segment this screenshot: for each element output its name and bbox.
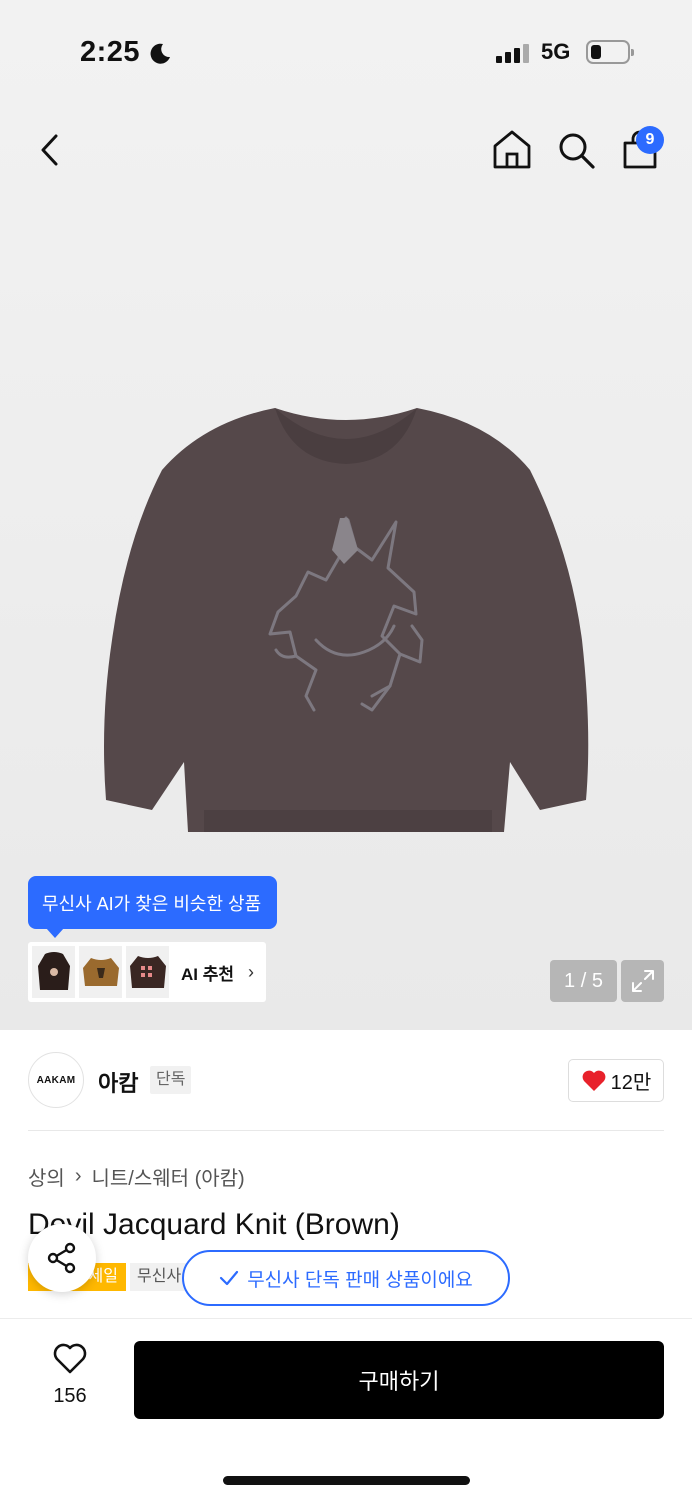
cart-count-badge: 9 xyxy=(636,126,664,154)
home-indicator xyxy=(223,1476,470,1485)
breadcrumb-separator: › xyxy=(74,1165,82,1187)
divider xyxy=(28,1130,664,1131)
network-label: 5G xyxy=(541,39,571,64)
ai-similar-tooltip: 무신사 AI가 찾은 비슷한 상품 xyxy=(28,876,277,938)
brand-name[interactable]: 아캄 xyxy=(98,1066,138,1098)
breadcrumb-item[interactable]: 상의 xyxy=(28,1162,65,1191)
similar-thumbnail[interactable] xyxy=(79,946,122,998)
battery-icon xyxy=(586,40,634,64)
expand-icon xyxy=(631,970,654,992)
similar-thumbnail[interactable] xyxy=(126,946,169,998)
home-icon[interactable] xyxy=(492,128,532,170)
ai-recommend-button[interactable]: AI 추천 › xyxy=(28,942,266,1002)
exclusive-toast: 무신사 단독 판매 상품이에요 xyxy=(182,1250,510,1306)
brand-like-count: 12만 xyxy=(610,1072,652,1094)
search-icon[interactable] xyxy=(556,130,596,170)
share-icon xyxy=(47,1242,76,1274)
product-image xyxy=(104,408,589,832)
brand-logo[interactable]: AAKAM xyxy=(28,1052,84,1108)
heart-filled-icon xyxy=(582,1070,606,1091)
image-pager: 1 / 5 xyxy=(550,960,617,1002)
back-arrow-icon[interactable] xyxy=(36,132,66,168)
heart-outline-icon xyxy=(53,1343,87,1374)
breadcrumb-item[interactable]: 니트/스웨터 (아캄) xyxy=(91,1162,244,1191)
signal-icon xyxy=(496,43,529,63)
ai-recommend-label: AI 추천 xyxy=(181,964,235,984)
chevron-right-icon: › xyxy=(248,961,255,982)
exclusive-toast-text: 무신사 단독 판매 상품이에요 xyxy=(247,1269,473,1291)
brand-like-button[interactable]: 12만 xyxy=(568,1059,664,1102)
bottom-bar-divider xyxy=(0,1318,692,1319)
expand-button[interactable] xyxy=(621,960,664,1002)
musinsa-badge: 무신사 xyxy=(130,1263,190,1291)
status-bar: 2:25 5G xyxy=(0,30,692,74)
status-time: 2:25 xyxy=(80,36,141,68)
wishlist-count: 156 xyxy=(53,1385,87,1407)
breadcrumb: 상의 › 니트/스웨터 (아캄) xyxy=(28,1162,245,1191)
buy-button[interactable]: 구매하기 xyxy=(134,1341,664,1419)
exclusive-tag: 단독 xyxy=(150,1066,192,1094)
wishlist-button[interactable]: 156 xyxy=(40,1342,100,1418)
share-button[interactable] xyxy=(28,1224,96,1292)
similar-thumbnail[interactable] xyxy=(32,946,75,998)
moon-icon xyxy=(150,43,170,64)
check-icon xyxy=(220,1270,239,1286)
